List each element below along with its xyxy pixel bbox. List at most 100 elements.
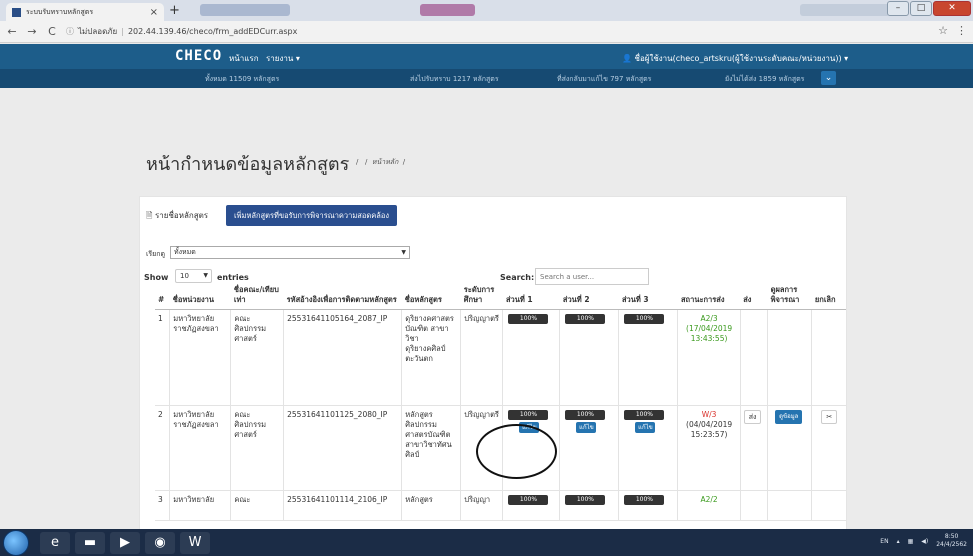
browser-menu-icon[interactable]: ⋮ <box>956 24 967 37</box>
url-field[interactable]: ⓘ ไม่ปลอดภัย | 202.44.139.46/checo/frm_a… <box>66 25 297 38</box>
url-text[interactable]: 202.44.139.46/checo/frm_addEDCurr.aspx <box>128 27 297 36</box>
media-icon[interactable]: ▶ <box>110 532 140 554</box>
start-button-icon[interactable] <box>3 530 29 556</box>
clock[interactable]: 8:50 24/4/2562 <box>936 533 967 549</box>
info-icon[interactable]: ⓘ <box>66 26 74 37</box>
col-code[interactable]: รหัสอ้างอิงเพื่อการติดตามหลักสูตร <box>283 283 402 310</box>
progress-part2: 100% <box>565 495 606 505</box>
search-label: Search: <box>500 273 535 282</box>
security-label: ไม่ปลอดภัย <box>78 27 118 36</box>
stat-not-sent[interactable]: ยังไม่ได้ส่ง 1859 หลักสูตร <box>725 74 804 85</box>
tab-title: ระบบรับทราบหลักสูตร <box>26 7 94 16</box>
favicon-icon <box>12 7 21 17</box>
add-curriculum-button[interactable]: เพิ่มหลักสูตรที่ขอรับการพิจารณาความสอดคล… <box>226 205 398 226</box>
progress-part3: 100% <box>624 495 665 505</box>
breadcrumb: / / หน้าหลัก / <box>356 158 406 166</box>
edit-part1-button[interactable]: แก้ไข <box>519 422 540 433</box>
col-name[interactable]: ชื่อหลักสูตร <box>401 283 461 310</box>
stat-sent[interactable]: ส่งไปรับทราบ 1217 หลักสูตร <box>410 74 499 85</box>
close-window-icon[interactable]: ✕ <box>933 1 971 16</box>
network-icon[interactable]: ▦ <box>908 538 914 545</box>
progress-part1: 100% <box>508 410 549 420</box>
site-navbar: CHECO หน้าแรก รายงาน ▾ 👤 ชื่อผู้ใช้งาน(c… <box>0 44 973 69</box>
cancel-scissors-icon[interactable]: ✂ <box>821 410 838 424</box>
edit-part3-button[interactable]: แก้ไข <box>635 422 656 433</box>
cell-name: หลักสูตร <box>401 490 461 521</box>
col-org[interactable]: ชื่อหน่วยงาน <box>169 283 231 310</box>
col-part1[interactable]: ส่วนที่ 1 <box>502 283 560 310</box>
window-controls: – □ ✕ <box>887 1 971 16</box>
back-icon[interactable]: ← <box>4 25 20 38</box>
blurred-tab <box>800 4 890 16</box>
ie-icon[interactable]: e <box>40 532 70 554</box>
status-date: (17/04/2019 13:43:55) <box>686 324 733 343</box>
breadcrumb-home[interactable]: หน้าหลัก <box>372 158 398 166</box>
browser-tabbar: ระบบรับทราบหลักสูตร × + – □ ✕ <box>0 0 973 21</box>
filter-select[interactable]: ทั้งหมด ▼ <box>170 246 410 259</box>
col-faculty[interactable]: ชื่อคณะ/เทียบเท่า <box>230 283 284 310</box>
progress-part3: 100% <box>624 314 665 324</box>
cell-num: 2 <box>155 405 170 491</box>
status-date: (04/04/2019 15:23:57) <box>686 420 733 439</box>
volume-icon[interactable]: ◀) <box>921 538 928 545</box>
blurred-tab <box>420 4 475 16</box>
progress-part3: 100% <box>624 410 665 420</box>
browser-tab[interactable]: ระบบรับทราบหลักสูตร × <box>6 3 164 21</box>
chevron-down-icon[interactable]: ⌄ <box>821 71 836 85</box>
nav-home-link[interactable]: หน้าแรก <box>229 52 259 65</box>
cell-faculty: คณะ <box>230 490 284 521</box>
cell-status: A2/2 <box>677 490 741 521</box>
system-tray: EN ▴ ▦ ◀) 8:50 24/4/2562 <box>880 533 967 549</box>
status-code: A2/2 <box>700 495 718 504</box>
page-size-select[interactable]: 10 ▼ <box>175 269 212 283</box>
cell-status: W/3 (04/04/2019 15:23:57) <box>677 405 741 491</box>
cell-level: ปริญญาตรี <box>460 309 503 406</box>
new-tab-button[interactable]: + <box>169 3 180 18</box>
address-bar: ← → C ⓘ ไม่ปลอดภัย | 202.44.139.46/checo… <box>0 21 973 43</box>
user-menu[interactable]: 👤 ชื่อผู้ใช้งาน(checo_artskru(ผู้ใช้งานร… <box>622 52 848 65</box>
reload-icon[interactable]: C <box>44 25 60 38</box>
entries-label: entries <box>217 273 249 282</box>
send-button[interactable]: ส่ง <box>743 410 762 424</box>
bookmark-star-icon[interactable]: ☆ <box>938 24 948 37</box>
curriculum-card: 🗎 รายชื่อหลักสูตร เพิ่มหลักสูตรที่ขอรับก… <box>139 196 847 533</box>
maximize-icon[interactable]: □ <box>910 1 932 16</box>
col-send[interactable]: ส่ง <box>740 283 768 310</box>
tab-close-icon[interactable]: × <box>150 7 158 18</box>
view-result-button[interactable]: ดูข้อมูล <box>775 410 803 424</box>
stat-returned[interactable]: ที่ส่งกลับมาแก้ไข 797 หลักสูตร <box>557 74 651 85</box>
url-separator: | <box>121 27 124 36</box>
col-view[interactable]: ดูผลการพิจารณา <box>767 283 812 310</box>
list-icon: 🗎 <box>146 211 155 220</box>
tray-expand-icon[interactable]: ▴ <box>897 538 900 545</box>
minimize-icon[interactable]: – <box>887 1 909 16</box>
col-level[interactable]: ระดับการศึกษา <box>460 283 503 310</box>
col-cancel[interactable]: ยกเลิก <box>811 283 846 310</box>
forward-icon[interactable]: → <box>24 25 40 38</box>
table-header-row: # ชื่อหน่วยงาน ชื่อคณะ/เทียบเท่า รหัสอ้า… <box>155 283 846 310</box>
col-part2[interactable]: ส่วนที่ 2 <box>559 283 619 310</box>
progress-part1: 100% <box>508 495 549 505</box>
stats-bar: ทั้งหมด 11509 หลักสูตร ส่งไปรับทราบ 1217… <box>0 69 973 88</box>
folder-icon[interactable]: ▬ <box>75 532 105 554</box>
col-status[interactable]: สถานะการส่ง <box>677 283 741 310</box>
edit-part2-button[interactable]: แก้ไข <box>576 422 597 433</box>
word-icon[interactable]: W <box>180 532 210 554</box>
col-part3[interactable]: ส่วนที่ 3 <box>618 283 678 310</box>
os-taskbar: e ▬ ▶ ◉ W EN ▴ ▦ ◀) 8:50 24/4/2562 <box>0 529 973 556</box>
col-num[interactable]: # <box>155 283 170 310</box>
cell-faculty: คณะศิลปกรรมศาสตร์ <box>230 405 284 491</box>
cell-org: มหาวิทยาลัย <box>169 490 231 521</box>
language-indicator[interactable]: EN <box>880 538 888 545</box>
table-row: 3 มหาวิทยาลัย คณะ 25531641101114_2106_IP… <box>155 490 846 521</box>
stat-total[interactable]: ทั้งหมด 11509 หลักสูตร <box>205 74 279 85</box>
cell-org: มหาวิทยาลัยราชภัฏสงขลา <box>169 309 231 406</box>
cell-level: ปริญญา <box>460 490 503 521</box>
cell-name: หลักสูตรศิลปกรรมศาสตรบัณฑิต สาขาวิชาทัศน… <box>401 405 461 491</box>
nav-report-dropdown[interactable]: รายงาน ▾ <box>266 52 300 65</box>
cell-code: 25531641101114_2106_IP <box>283 490 402 521</box>
brand-logo[interactable]: CHECO <box>175 48 222 64</box>
user-icon: 👤 <box>622 54 635 63</box>
show-label: Show <box>144 273 169 282</box>
chrome-icon[interactable]: ◉ <box>145 532 175 554</box>
